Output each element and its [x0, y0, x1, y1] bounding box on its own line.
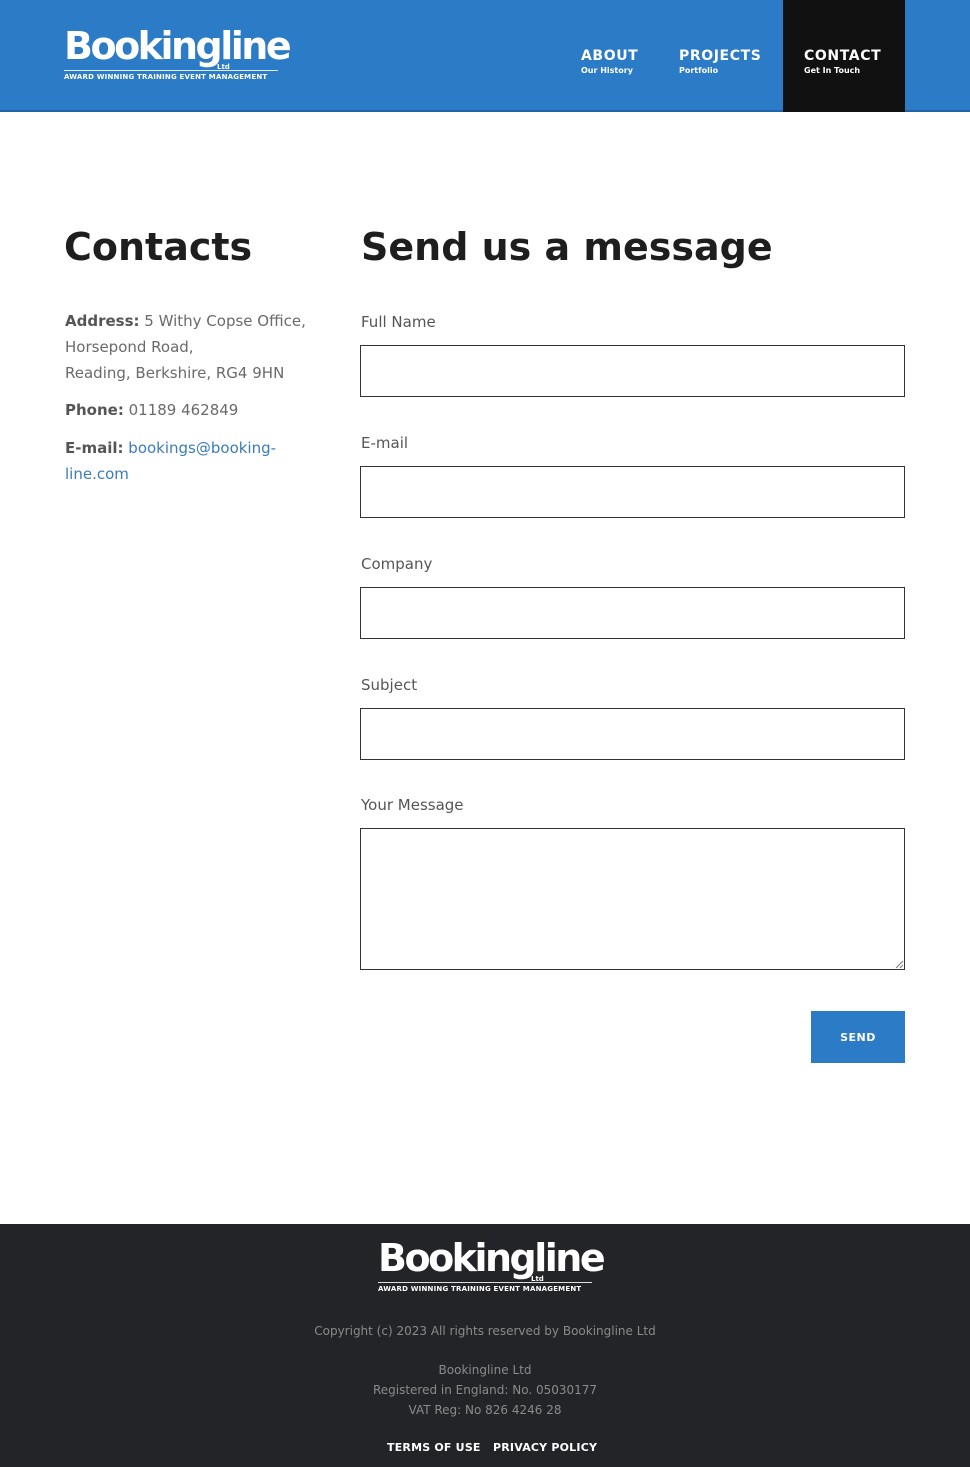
nav-item-label: CONTACT	[804, 48, 882, 64]
footer-logo-tagline: AWARD WINNING TRAINING EVENT MANAGEMENT	[378, 1285, 582, 1293]
contact-phone: Phone: 01189 462849	[65, 397, 315, 423]
nav-item-label: ABOUT	[581, 48, 639, 64]
contact-email: E-mail: bookings@booking- line.com	[65, 435, 315, 487]
nav-item-projects[interactable]: PROJECTS Portfolio	[666, 0, 776, 112]
address-label: Address:	[65, 312, 140, 330]
nav-item-subtitle: Get In Touch	[804, 66, 861, 75]
subject-input[interactable]	[360, 708, 905, 760]
contacts-heading: Contacts	[64, 225, 253, 269]
footer-logo[interactable]: Bookingline Ltd AWARD WINNING TRAINING E…	[378, 1236, 606, 1293]
address-line-3: Reading, Berkshire, RG4 9HN	[65, 364, 285, 382]
subject-label: Subject	[361, 676, 418, 694]
company-label: Company	[361, 555, 433, 573]
terms-of-use-link[interactable]: TERMS OF USE	[387, 1440, 481, 1456]
send-button[interactable]: SEND	[811, 1011, 905, 1063]
phone-label: Phone:	[65, 401, 124, 419]
address-line-2: Horsepond Road,	[65, 338, 194, 356]
email-link-continued[interactable]: line.com	[65, 465, 129, 483]
email-label: E-mail:	[65, 439, 124, 457]
email-link[interactable]: bookings@booking-	[128, 439, 276, 457]
address-line-1: 5 Withy Copse Office,	[144, 312, 306, 330]
message-textarea[interactable]	[360, 828, 905, 970]
email-input[interactable]	[360, 466, 905, 518]
company-input[interactable]	[360, 587, 905, 639]
phone-number: 01189 462849	[128, 401, 239, 419]
message-label: Your Message	[361, 796, 464, 814]
form-heading: Send us a message	[361, 225, 773, 269]
footer-company-name: Bookingline Ltd	[438, 1363, 532, 1377]
footer-logo-divider	[378, 1282, 592, 1283]
contact-address: Address: 5 Withy Copse Office, Horsepond…	[65, 308, 315, 386]
resize-handle-icon[interactable]	[894, 959, 904, 969]
logo-divider	[64, 70, 278, 71]
footer-copyright: Copyright (c) 2023 All rights reserved b…	[314, 1324, 656, 1338]
logo-wordmark: Bookingline	[64, 24, 292, 68]
logo-tagline: AWARD WINNING TRAINING EVENT MANAGEMENT	[64, 73, 268, 81]
nav-item-contact[interactable]: CONTACT Get In Touch	[783, 0, 905, 112]
footer-vat: VAT Reg: No 826 4246 28	[408, 1403, 562, 1417]
nav-item-subtitle: Our History	[581, 66, 633, 75]
site-header: Bookingline Ltd AWARD WINNING TRAINING E…	[0, 0, 970, 112]
nav-item-label: PROJECTS	[679, 48, 762, 64]
nav-item-subtitle: Portfolio	[679, 66, 719, 75]
email-label-form: E-mail	[361, 434, 409, 452]
footer-registration: Registered in England: No. 05030177	[372, 1383, 598, 1397]
full-name-label: Full Name	[361, 313, 436, 331]
header-logo[interactable]: Bookingline Ltd AWARD WINNING TRAINING E…	[64, 24, 292, 81]
footer-logo-wordmark: Bookingline	[378, 1236, 606, 1280]
nav-item-about[interactable]: ABOUT Our History	[568, 0, 658, 112]
site-footer: Bookingline Ltd AWARD WINNING TRAINING E…	[0, 1224, 970, 1467]
privacy-policy-link[interactable]: PRIVACY POLICY	[493, 1440, 597, 1456]
full-name-input[interactable]	[360, 345, 905, 397]
